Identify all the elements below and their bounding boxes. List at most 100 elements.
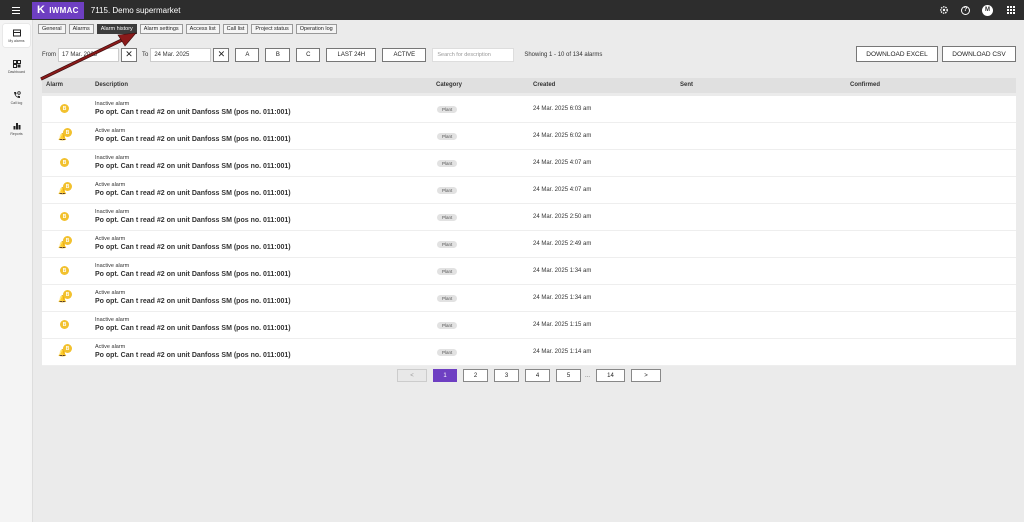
prev-page-button[interactable]: <: [397, 369, 427, 382]
apps-grid-icon[interactable]: [1005, 5, 1016, 16]
settings-icon[interactable]: [938, 5, 949, 16]
dashboard-icon: [12, 59, 21, 68]
next-page-button[interactable]: >: [631, 369, 662, 382]
download-excel-button[interactable]: DOWNLOAD EXCEL: [856, 46, 938, 62]
column-header-category[interactable]: Category: [436, 82, 462, 88]
category-badge: Plant: [437, 214, 458, 221]
from-date-input[interactable]: 17 Mar. 2025: [58, 47, 119, 62]
avatar[interactable]: M: [982, 4, 993, 16]
alarm-status: Active alarm: [95, 236, 126, 242]
brand-logo[interactable]: K IWMAC: [32, 1, 84, 19]
page-1-button[interactable]: 1: [433, 369, 457, 382]
page-3-button[interactable]: 3: [494, 369, 519, 382]
tab-call-list[interactable]: Call list: [222, 24, 249, 34]
table-row[interactable]: B Inactive alarm Po opt. Can t read #2 o…: [42, 204, 1016, 231]
category-badge: Plant: [437, 322, 458, 329]
filter-c-button[interactable]: C: [296, 47, 321, 62]
table-row[interactable]: 🔔 B Active alarm Po opt. Can t read #2 o…: [42, 177, 1016, 204]
top-icons: ? M: [938, 0, 1016, 20]
alarm-b-icon: B: [60, 158, 69, 167]
last-24h-button[interactable]: LAST 24H: [326, 47, 377, 62]
filter-a-button[interactable]: A: [235, 47, 260, 62]
table-row[interactable]: B Inactive alarm Po opt. Can t read #2 o…: [42, 96, 1016, 123]
table-row[interactable]: 🔔 B Active alarm Po opt. Can t read #2 o…: [42, 339, 1016, 366]
brand-mark: K: [37, 4, 46, 16]
table-row[interactable]: B Inactive alarm Po opt. Can t read #2 o…: [42, 312, 1016, 339]
top-bar: K IWMAC 7115. Demo supermarket ? M: [0, 0, 1024, 20]
clear-to-button[interactable]: ✕: [213, 47, 230, 62]
category-badge: Plant: [437, 268, 458, 275]
filter-b-button[interactable]: B: [265, 47, 291, 62]
alarm-b-icon: B: [60, 320, 69, 329]
tab-alarms[interactable]: Alarms: [68, 24, 94, 34]
tab-operation-log[interactable]: Operation log: [295, 24, 337, 34]
tab-alarm-history[interactable]: Alarm history: [96, 24, 137, 34]
alarm-status: Active alarm: [95, 182, 126, 188]
created-time: 24 Mar. 2025 2:50 am: [533, 214, 592, 220]
chevron-right-icon: >: [644, 372, 648, 379]
tab-alarm-settings[interactable]: Alarm settings: [139, 24, 183, 34]
column-header-confirmed[interactable]: Confirmed: [850, 82, 880, 88]
column-header-alarm[interactable]: Alarm: [46, 82, 63, 88]
active-button[interactable]: ACTIVE: [382, 47, 427, 62]
sidebar-item-label: Dashboard: [7, 69, 26, 74]
tab-bar: General Alarms Alarm history Alarm setti…: [38, 24, 337, 34]
created-time: 24 Mar. 2025 6:02 am: [533, 133, 592, 139]
alarm-status: Inactive alarm: [95, 263, 130, 269]
alarm-description: Po opt. Can t read #2 on unit Danfoss SM…: [95, 109, 291, 116]
help-icon[interactable]: ?: [961, 5, 970, 15]
alarm-table-body: B Inactive alarm Po opt. Can t read #2 o…: [42, 96, 1016, 366]
table-row[interactable]: B Inactive alarm Po opt. Can t read #2 o…: [42, 258, 1016, 285]
created-time: 24 Mar. 2025 2:49 am: [533, 241, 592, 247]
alarm-description: Po opt. Can t read #2 on unit Danfoss SM…: [95, 163, 291, 170]
download-csv-button[interactable]: DOWNLOAD CSV: [942, 46, 1016, 62]
call-log-icon: [13, 90, 21, 98]
brand-name: IWMAC: [49, 5, 79, 15]
sidebar-item-dashboard[interactable]: Dashboard: [3, 55, 30, 78]
alarm-description: Po opt. Can t read #2 on unit Danfoss SM…: [95, 352, 291, 359]
alarm-status: Inactive alarm: [95, 317, 130, 323]
page-2-button[interactable]: 2: [463, 369, 488, 382]
tab-general[interactable]: General: [38, 24, 66, 34]
pagination-ellipsis: ...: [585, 372, 591, 379]
alarm-b-icon: B: [60, 266, 69, 275]
to-date-input[interactable]: 24 Mar. 2025: [150, 47, 212, 62]
table-row[interactable]: B Inactive alarm Po opt. Can t read #2 o…: [42, 150, 1016, 177]
created-time: 24 Mar. 2025 4:07 am: [533, 187, 592, 193]
site-title: 7115. Demo supermarket: [90, 5, 181, 15]
alarm-status: Inactive alarm: [95, 101, 130, 107]
sidebar: My alarms Dashboard Call log Reports: [0, 20, 33, 522]
table-row[interactable]: 🔔 B Active alarm Po opt. Can t read #2 o…: [42, 123, 1016, 150]
table-row[interactable]: 🔔 B Active alarm Po opt. Can t read #2 o…: [42, 231, 1016, 258]
sidebar-item-call-log[interactable]: Call log: [3, 86, 30, 109]
table-row[interactable]: 🔔 B Active alarm Po opt. Can t read #2 o…: [42, 285, 1016, 312]
tab-project-status[interactable]: Project status: [251, 24, 293, 34]
page-5-button[interactable]: 5: [556, 369, 581, 382]
alarm-status: Active alarm: [95, 344, 126, 350]
sidebar-item-reports[interactable]: Reports: [3, 117, 30, 140]
page-last-button[interactable]: 14: [596, 369, 626, 382]
sidebar-item-my-alarms[interactable]: My alarms: [3, 24, 30, 47]
reports-icon: [13, 122, 20, 129]
clear-from-button[interactable]: ✕: [121, 47, 137, 62]
pagination: < 1 2 3 4 5 ... 14 >: [397, 369, 667, 382]
alarm-b-icon: B: [63, 236, 72, 245]
search-input[interactable]: Search for description: [432, 47, 515, 62]
column-header-sent[interactable]: Sent: [680, 82, 693, 88]
menu-icon[interactable]: [0, 0, 32, 20]
alarm-b-icon: B: [60, 104, 69, 113]
sidebar-item-label: Reports: [10, 131, 23, 136]
tab-access-list[interactable]: Access list: [185, 24, 220, 34]
alarm-description: Po opt. Can t read #2 on unit Danfoss SM…: [95, 190, 291, 197]
created-time: 24 Mar. 2025 1:15 am: [533, 322, 592, 328]
alarm-b-icon: B: [63, 128, 72, 137]
page-4-button[interactable]: 4: [525, 369, 550, 382]
alarm-description: Po opt. Can t read #2 on unit Danfoss SM…: [95, 136, 291, 143]
category-badge: Plant: [437, 349, 458, 356]
created-time: 24 Mar. 2025 1:34 am: [533, 268, 592, 274]
alarm-description: Po opt. Can t read #2 on unit Danfoss SM…: [95, 298, 291, 305]
category-badge: Plant: [437, 295, 458, 302]
column-header-created[interactable]: Created: [533, 82, 555, 88]
column-header-description[interactable]: Description: [95, 82, 128, 88]
alarm-b-icon: B: [63, 344, 72, 353]
